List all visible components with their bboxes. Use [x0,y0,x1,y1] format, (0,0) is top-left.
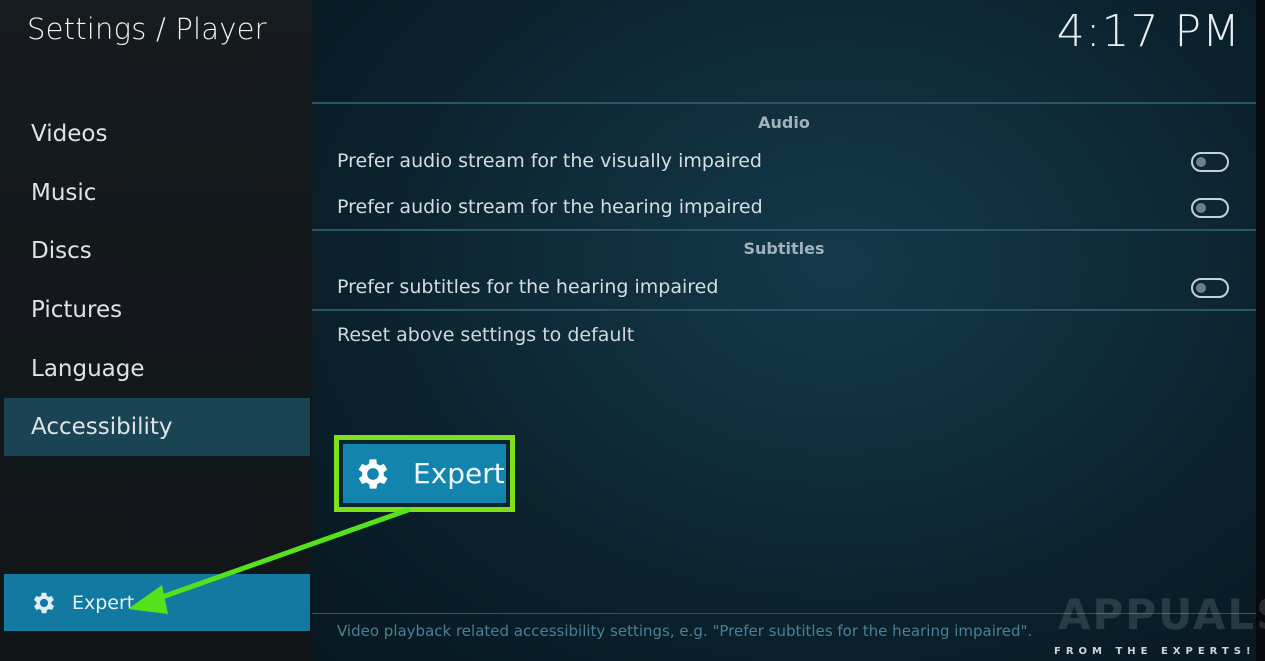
sidebar-item-music[interactable]: Music [4,164,310,222]
settings-level-button[interactable]: Expert [4,574,310,631]
sidebar-item-pictures[interactable]: Pictures [4,281,310,339]
expert-button-zoomed: Expert [343,444,506,503]
section-title-audio: Audio [758,113,810,132]
toggle-knob [1196,283,1206,293]
setting-hearing-impaired-subtitles[interactable]: Prefer subtitles for the hearing impaire… [312,266,1256,310]
watermark: APPUALS FROM THE EXPERTS! [1040,590,1265,661]
setting-label: Prefer subtitles for the hearing impaire… [337,276,719,298]
gear-icon [358,458,388,489]
setting-label: Prefer audio stream for the visually imp… [337,150,762,172]
toggle-switch[interactable] [1191,278,1229,298]
divider [312,102,1256,104]
setting-label: Prefer audio stream for the hearing impa… [337,196,763,218]
toggle-switch[interactable] [1191,198,1229,218]
reset-label: Reset above settings to default [337,324,635,346]
reset-settings-button[interactable]: Reset above settings to default [312,314,1256,358]
setting-description: Video playback related accessibility set… [337,622,1033,640]
gear-icon [33,592,55,613]
toggle-knob [1196,203,1206,213]
clock: 4:17 PM [1056,6,1241,57]
sidebar-item-accessibility[interactable]: Accessibility [4,398,310,456]
sidebar-item-discs[interactable]: Discs [4,222,310,280]
section-title-subtitles: Subtitles [743,239,825,258]
setting-visually-impaired-audio[interactable]: Prefer audio stream for the visually imp… [312,140,1256,184]
sidebar-item-language[interactable]: Language [4,340,310,398]
settings-level-label: Expert [72,591,135,614]
setting-hearing-impaired-audio[interactable]: Prefer audio stream for the hearing impa… [312,186,1256,230]
right-edge-strip [1256,0,1265,661]
expert-label: Expert [413,457,505,490]
watermark-tagline: FROM THE EXPERTS! [1054,646,1256,657]
sidebar-item-videos[interactable]: Videos [4,105,310,163]
toggle-switch[interactable] [1191,152,1229,172]
page-title: Settings / Player [27,12,267,46]
expert-highlight[interactable]: Expert [334,435,515,512]
watermark-logo: APPUALS [1058,590,1265,639]
toggle-knob [1196,157,1206,167]
